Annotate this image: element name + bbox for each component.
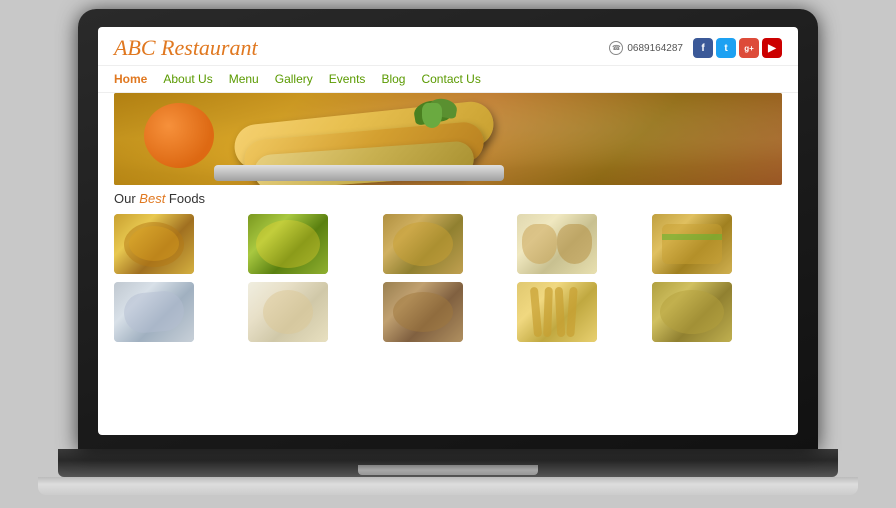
nav-blog[interactable]: Blog [381, 72, 405, 86]
touchpad-bar [358, 465, 538, 475]
phone-info: ☎ 0689164287 [609, 41, 683, 55]
screen-bezel: ABC Restaurant ☎ 0689164287 f t g+ ▶ [78, 9, 818, 449]
section-title: Our Best Foods [98, 185, 798, 210]
social-icons: f t g+ ▶ [693, 38, 782, 58]
section-title-pre: Our [114, 191, 139, 206]
nav-contact[interactable]: Contact Us [421, 72, 480, 86]
food-thumb-bowl[interactable] [383, 214, 463, 274]
laptop-bottom [38, 477, 858, 495]
food-grid-row2 [98, 278, 798, 346]
food-thumb-burger[interactable] [383, 282, 463, 342]
nav-home[interactable]: Home [114, 72, 147, 86]
nav-about[interactable]: About Us [163, 72, 212, 86]
section-title-best: Best [139, 191, 165, 206]
nav-gallery[interactable]: Gallery [275, 72, 313, 86]
site-logo: ABC Restaurant [114, 35, 258, 61]
screen: ABC Restaurant ☎ 0689164287 f t g+ ▶ [98, 27, 798, 435]
food-thumb-salad[interactable] [248, 214, 328, 274]
food-thumb-noodles[interactable] [114, 214, 194, 274]
laptop-container: ABC Restaurant ☎ 0689164287 f t g+ ▶ [58, 9, 838, 499]
nav-menu[interactable]: Menu [229, 72, 259, 86]
food-thumb-sandwich[interactable] [652, 214, 732, 274]
food-grid-row1 [98, 210, 798, 278]
food-thumb-fries[interactable] [517, 282, 597, 342]
header-right: ☎ 0689164287 f t g+ ▶ [609, 38, 782, 58]
section-title-post: Foods [165, 191, 205, 206]
laptop-base [58, 449, 838, 477]
food-thumb-plate[interactable] [248, 282, 328, 342]
food-thumb-mixed[interactable] [652, 282, 732, 342]
site-header: ABC Restaurant ☎ 0689164287 f t g+ ▶ [98, 27, 798, 66]
twitter-icon[interactable]: t [716, 38, 736, 58]
google-plus-icon[interactable]: g+ [739, 38, 759, 58]
nav-events[interactable]: Events [329, 72, 366, 86]
food-thumb-tacos[interactable] [517, 214, 597, 274]
hero-banner [114, 93, 782, 185]
site-navigation: Home About Us Menu Gallery Events Blog C… [98, 66, 798, 93]
facebook-icon[interactable]: f [693, 38, 713, 58]
phone-icon: ☎ [609, 41, 623, 55]
youtube-icon[interactable]: ▶ [762, 38, 782, 58]
hero-image [114, 93, 782, 185]
phone-number: 0689164287 [627, 43, 683, 54]
food-thumb-wrap[interactable] [114, 282, 194, 342]
